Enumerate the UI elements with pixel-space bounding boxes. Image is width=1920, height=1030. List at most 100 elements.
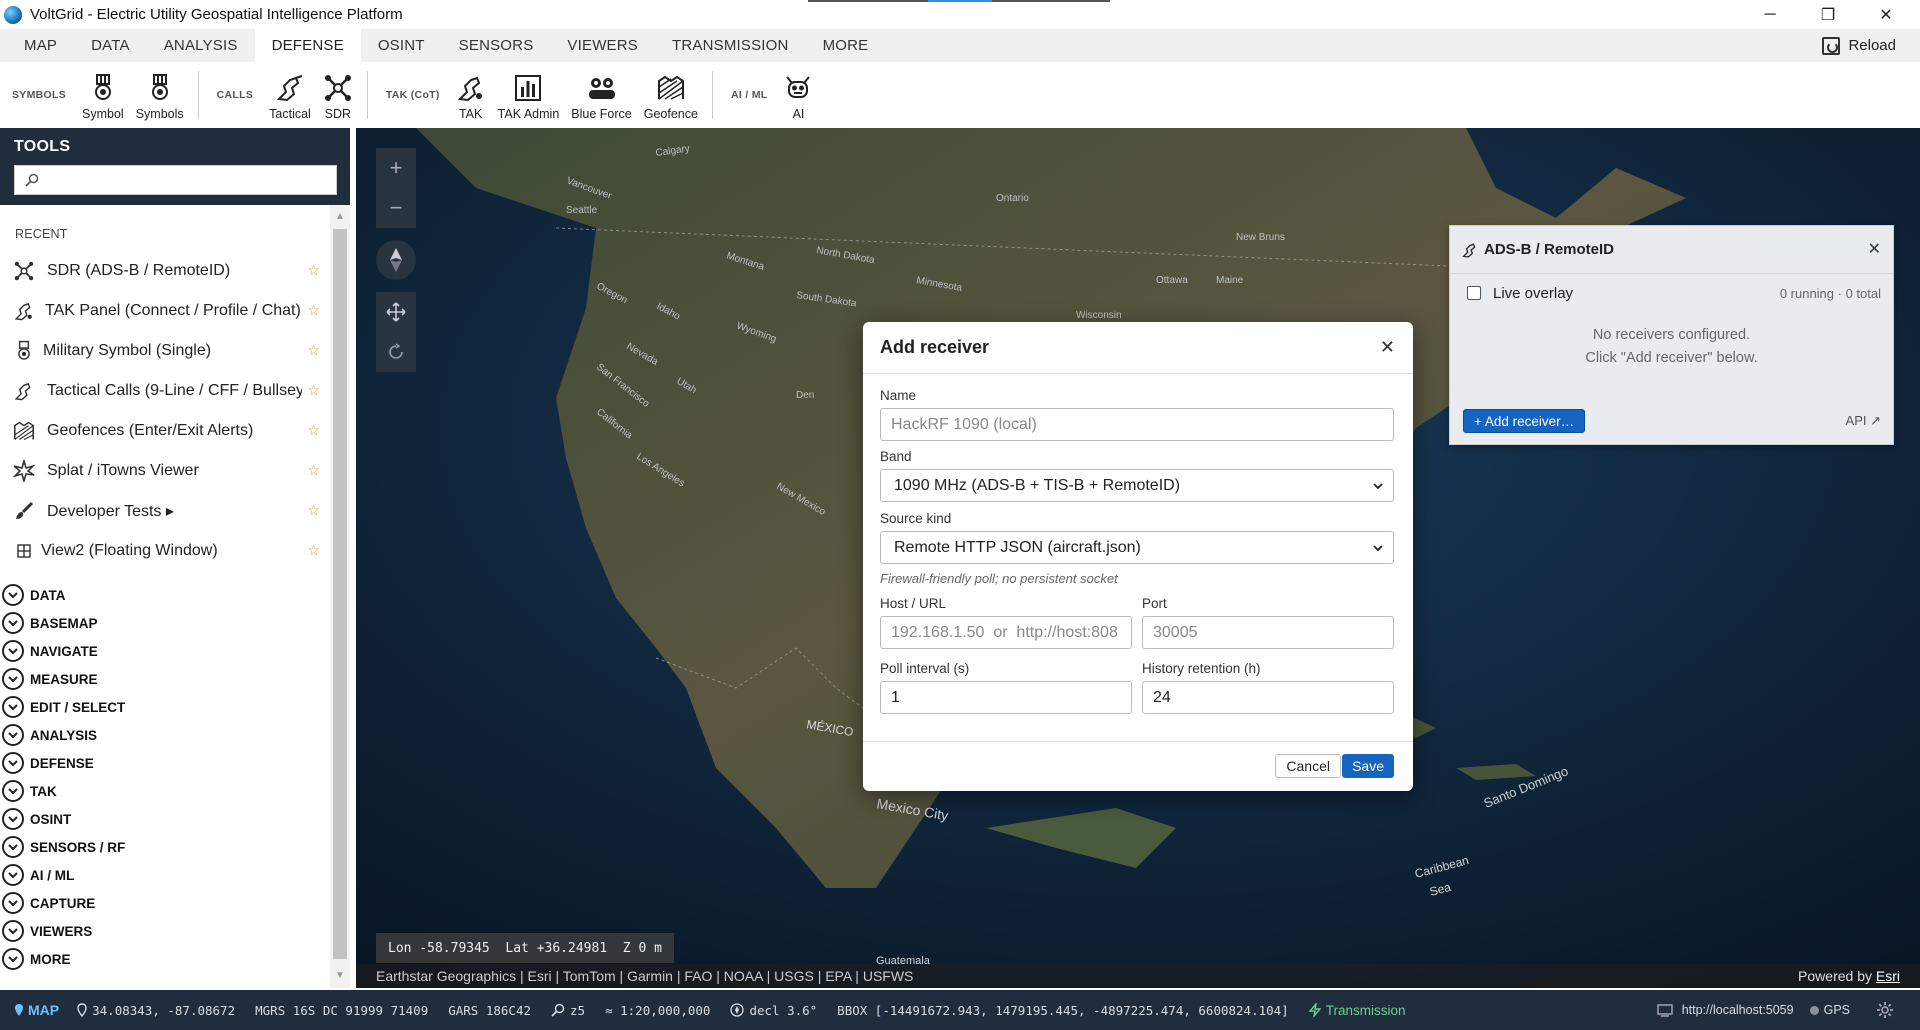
symbol-button[interactable]: Symbol	[76, 69, 130, 121]
section-basemap[interactable]: BASEMAP	[0, 609, 330, 637]
adsb-panel-title: ADS-B / RemoteID	[1484, 241, 1615, 258]
section-capture[interactable]: CAPTURE	[0, 889, 330, 917]
chevron-down-icon	[2, 696, 24, 718]
api-link[interactable]: API ↗	[1846, 413, 1881, 429]
section-osint[interactable]: OSINT	[0, 805, 330, 833]
star-icon[interactable]: ☆	[307, 342, 320, 359]
recent-item-label: Geofences (Enter/Exit Alerts)	[47, 422, 254, 439]
save-button[interactable]: Save	[1342, 754, 1394, 778]
star-icon[interactable]: ☆	[307, 302, 320, 319]
ai-button[interactable]: AI	[777, 69, 819, 121]
tab-data[interactable]: DATA	[74, 29, 147, 62]
star-icon[interactable]: ☆	[307, 502, 320, 519]
transmission-chip[interactable]: Transmission	[1308, 1003, 1406, 1018]
recent-item-tactical-calls[interactable]: Tactical Calls (9-Line / CFF / Bullseye)…	[0, 371, 330, 411]
source-kind-select[interactable]: Remote HTTP JSON (aircraft.json)	[880, 531, 1394, 564]
esri-link[interactable]: Esri	[1876, 968, 1900, 984]
cancel-button[interactable]: Cancel	[1275, 754, 1341, 778]
recent-item-splat[interactable]: Splat / iTowns Viewer ☆	[0, 451, 330, 491]
tab-more[interactable]: MORE	[806, 29, 886, 62]
recent-item-geofences[interactable]: Geofences (Enter/Exit Alerts) ☆	[0, 411, 330, 451]
star-icon[interactable]: ☆	[307, 382, 320, 399]
reload-button[interactable]: Reload	[1822, 29, 1896, 62]
people-icon	[587, 73, 617, 103]
star-icon[interactable]: ☆	[307, 542, 320, 559]
band-select[interactable]: 1090 MHz (ADS-B + TIS-B + RemoteID)	[880, 469, 1394, 502]
svg-text:New Bruns: New Bruns	[1236, 232, 1285, 243]
recent-item-military-symbol[interactable]: Military Symbol (Single) ☆	[0, 331, 330, 371]
tools-search-input[interactable]	[47, 170, 327, 190]
blue-force-button[interactable]: Blue Force	[565, 69, 637, 121]
recent-item-sdr[interactable]: SDR (ADS-B / RemoteID) ☆	[0, 251, 330, 291]
section-viewers[interactable]: VIEWERS	[0, 917, 330, 945]
search-icon	[551, 1003, 565, 1017]
close-icon[interactable]: ✕	[1868, 239, 1881, 259]
tab-sensors[interactable]: SENSORS	[442, 29, 551, 62]
section-analysis[interactable]: ANALYSIS	[0, 721, 330, 749]
star-icon[interactable]: ☆	[307, 422, 320, 439]
latlon-value: 34.08343, -87.08672	[92, 1002, 236, 1018]
section-label: OSINT	[30, 811, 72, 827]
section-data[interactable]: DATA	[0, 581, 330, 609]
section-sensors-rf[interactable]: SENSORS / RF	[0, 833, 330, 861]
port-input[interactable]: 30005	[1142, 616, 1394, 649]
live-overlay-row: Live overlay 0 running · 0 total	[1450, 274, 1893, 312]
symbols-button[interactable]: Symbols	[130, 69, 190, 121]
recent-item-developer-tests[interactable]: Developer Tests ▸ ☆	[0, 491, 330, 531]
close-window-button[interactable]: ✕	[1857, 0, 1915, 29]
settings-button[interactable]	[1876, 1001, 1894, 1019]
zoom-readout: z5	[551, 1003, 585, 1018]
geofence-button[interactable]: Geofence	[638, 69, 704, 121]
tak-button[interactable]: TAK	[450, 69, 492, 121]
recent-item-view2[interactable]: View2 (Floating Window) ☆	[0, 531, 330, 571]
section-navigate[interactable]: NAVIGATE	[0, 637, 330, 665]
tab-viewers[interactable]: VIEWERS	[550, 29, 655, 62]
scroll-down-icon[interactable]: ▼	[334, 970, 346, 982]
tak-admin-button[interactable]: TAK Admin	[492, 69, 566, 121]
section-ai-ml[interactable]: AI / ML	[0, 861, 330, 889]
scroll-up-icon[interactable]: ▲	[334, 211, 346, 223]
sidebar-scrollbar[interactable]: ▲ ▼	[330, 205, 350, 988]
gps-status[interactable]: GPS	[1809, 1003, 1850, 1017]
zoom-out-button[interactable]: −	[376, 188, 416, 228]
tab-transmission[interactable]: TRANSMISSION	[655, 29, 806, 62]
section-more[interactable]: MORE	[0, 945, 330, 973]
compass-icon[interactable]	[376, 240, 416, 280]
title-progress-bar	[808, 0, 1110, 2]
tools-search-box[interactable]	[14, 165, 337, 195]
zoom-in-button[interactable]: +	[376, 148, 416, 188]
map-status-chip[interactable]: MAP	[14, 1002, 59, 1018]
powered-by-esri[interactable]: Powered by Esri	[1798, 968, 1900, 984]
star-icon[interactable]: ☆	[307, 262, 320, 279]
tab-analysis[interactable]: ANALYSIS	[147, 29, 255, 62]
section-measure[interactable]: MEASURE	[0, 665, 330, 693]
tab-map[interactable]: MAP	[0, 29, 74, 62]
scrollbar-thumb[interactable]	[333, 229, 347, 959]
tab-osint[interactable]: OSINT	[361, 29, 442, 62]
add-receiver-button[interactable]: + Add receiver…	[1463, 409, 1586, 433]
recent-item-tak-panel[interactable]: TAK Panel (Connect / Profile / Chat) ☆	[0, 291, 330, 331]
tools-list: RECENT SDR (ADS-B / RemoteID) ☆ TAK Pane…	[0, 205, 330, 988]
live-overlay-checkbox[interactable]	[1467, 286, 1481, 300]
server-readout[interactable]: http://localhost:5059	[1657, 1003, 1794, 1017]
maximize-button[interactable]: ❐	[1799, 0, 1857, 29]
ribbon-group-calls: CALLS	[216, 89, 254, 101]
section-tak[interactable]: TAK	[0, 777, 330, 805]
minimize-button[interactable]: ─	[1741, 0, 1799, 29]
tactical-button[interactable]: Tactical	[263, 69, 317, 121]
rotate-icon[interactable]	[376, 332, 416, 372]
star-icon[interactable]: ☆	[307, 462, 320, 479]
poll-interval-input[interactable]: 1	[880, 681, 1132, 714]
close-icon[interactable]: ✕	[1380, 337, 1395, 358]
history-retention-input[interactable]: 24	[1142, 681, 1394, 714]
section-defense[interactable]: DEFENSE	[0, 749, 330, 777]
gars-readout: GARS 186C42	[448, 1002, 532, 1018]
tab-defense[interactable]: DEFENSE	[254, 29, 361, 62]
name-input[interactable]: HackRF 1090 (local)	[880, 408, 1394, 441]
section-edit-select[interactable]: EDIT / SELECT	[0, 693, 330, 721]
chevron-down-icon	[2, 612, 24, 634]
server-url: http://localhost:5059	[1681, 1003, 1794, 1017]
sdr-button[interactable]: SDR	[317, 69, 359, 121]
pan-icon[interactable]	[376, 292, 416, 332]
host-url-input[interactable]: 192.168.1.50 or http://host:808	[880, 616, 1132, 649]
